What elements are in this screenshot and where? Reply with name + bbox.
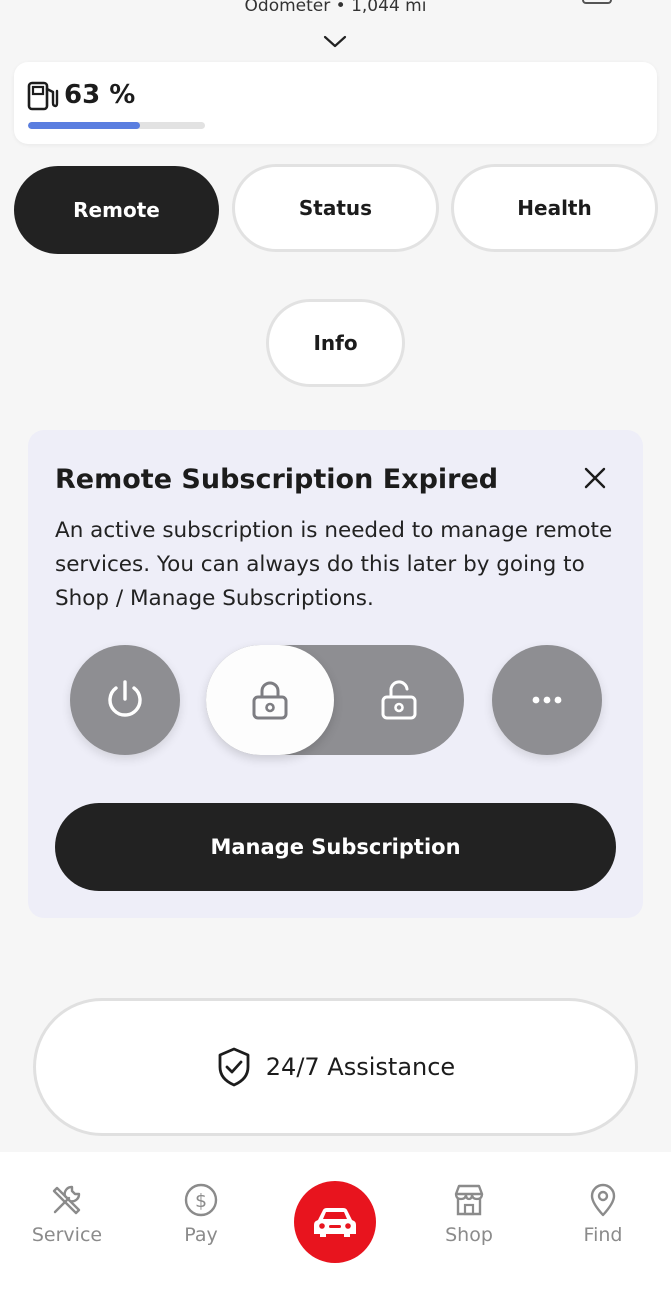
lock-unlock-toggle[interactable]: [206, 645, 464, 755]
fuel-pump-icon: [26, 80, 60, 112]
svg-text:$: $: [195, 1190, 207, 1212]
store-icon: [454, 1184, 484, 1216]
location-pin-icon: [590, 1183, 616, 1217]
fuel-percent: 63 %: [64, 80, 136, 110]
lock-icon: [252, 681, 288, 720]
nav-vehicle-button[interactable]: [294, 1181, 376, 1263]
nav-service-label: Service: [31, 1224, 103, 1246]
close-icon[interactable]: [581, 464, 609, 492]
fuel-level-fill: [28, 122, 140, 129]
subscription-message: An active subscription is needed to mana…: [55, 518, 613, 611]
tools-icon: [52, 1185, 81, 1215]
fuel-card: 63 %: [14, 62, 657, 144]
nav-shop[interactable]: Shop: [414, 1182, 524, 1246]
profile-icon[interactable]: [582, 0, 612, 4]
bottom-navigation: Service $ Pay Shop Find: [0, 1152, 671, 1300]
nav-shop-label: Shop: [445, 1224, 493, 1246]
nav-pay-label: Pay: [184, 1224, 218, 1246]
nav-find-label: Find: [583, 1224, 623, 1246]
more-options-button[interactable]: [492, 645, 602, 755]
tab-remote[interactable]: Remote: [14, 166, 219, 254]
power-button[interactable]: [70, 645, 180, 755]
tab-health[interactable]: Health: [451, 164, 658, 252]
nav-find[interactable]: Find: [548, 1182, 658, 1246]
fuel-level-bar: [28, 122, 205, 129]
nav-service[interactable]: Service: [12, 1182, 122, 1246]
chevron-down-icon[interactable]: [322, 32, 348, 50]
subscription-expired-card: Remote Subscription Expired An active su…: [28, 430, 643, 918]
odometer-readout: Odometer • 1,044 mi: [244, 0, 427, 16]
tab-info[interactable]: Info: [266, 299, 405, 387]
nav-pay[interactable]: $ Pay: [146, 1182, 256, 1246]
lock-button[interactable]: [206, 645, 334, 755]
power-icon: [108, 680, 142, 717]
more-icon: [532, 696, 562, 704]
shield-check-icon: [218, 1047, 250, 1087]
assistance-button[interactable]: 24/7 Assistance: [33, 998, 638, 1136]
unlock-button[interactable]: [334, 645, 464, 755]
dollar-icon: $: [184, 1183, 218, 1217]
unlock-icon: [381, 680, 417, 720]
subscription-title: Remote Subscription Expired: [55, 464, 499, 495]
tab-status[interactable]: Status: [232, 164, 439, 252]
assistance-label: 24/7 Assistance: [265, 1053, 456, 1081]
car-icon: [314, 1208, 356, 1237]
manage-subscription-button[interactable]: Manage Subscription: [55, 803, 616, 891]
